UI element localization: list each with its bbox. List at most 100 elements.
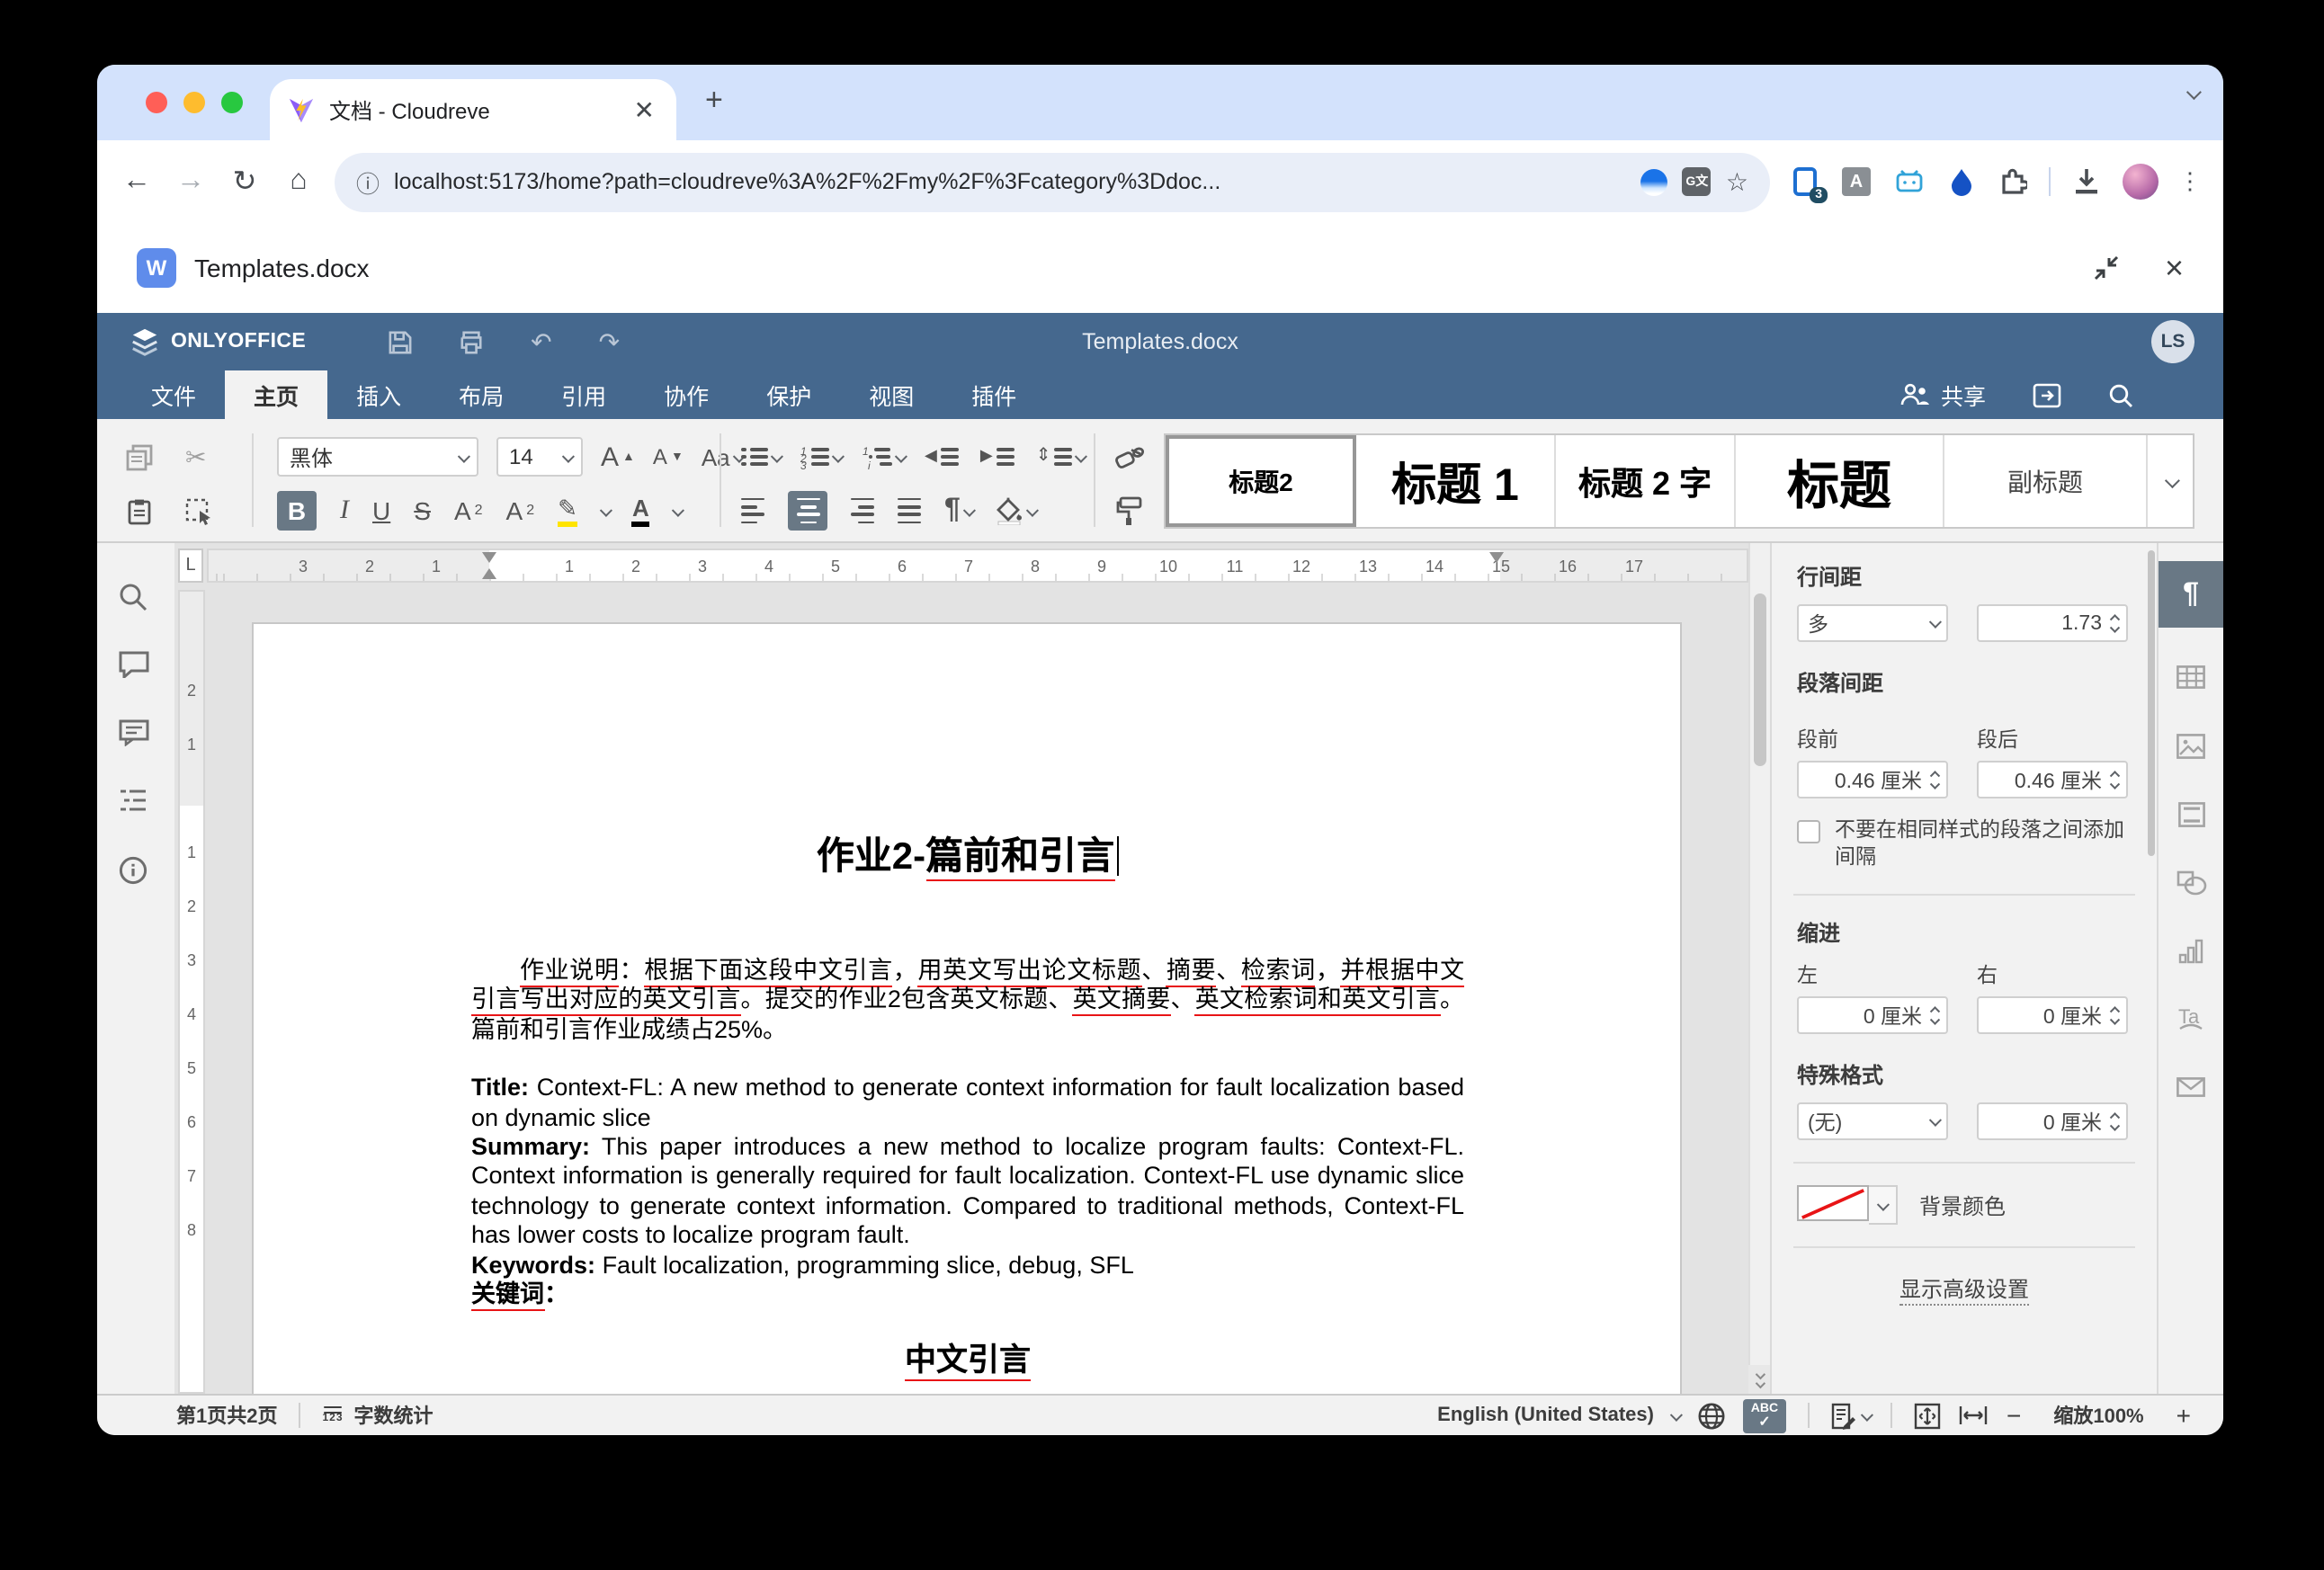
- chart-settings-icon[interactable]: [2159, 917, 2223, 984]
- bilibili-tv-icon[interactable]: [1892, 165, 1925, 198]
- new-tab-button[interactable]: +: [705, 85, 723, 115]
- font-color-button[interactable]: A: [632, 495, 649, 526]
- align-left-icon[interactable]: [741, 497, 764, 523]
- align-right-icon[interactable]: [851, 497, 874, 523]
- user-avatar-badge[interactable]: LS: [2151, 320, 2194, 363]
- font-name-select[interactable]: 黑体: [277, 437, 478, 477]
- same-style-checkbox-row[interactable]: 不要在相同样式的段落之间添加间隔: [1797, 818, 2132, 872]
- open-file-location-icon[interactable]: [2033, 382, 2061, 407]
- image-settings-icon[interactable]: [2159, 712, 2223, 779]
- menu-tab-protection[interactable]: 保护: [737, 370, 840, 419]
- first-line-indent-marker[interactable]: [482, 552, 496, 563]
- header-footer-settings-icon[interactable]: [2159, 781, 2223, 847]
- fit-page-icon[interactable]: [1915, 1402, 1942, 1429]
- menu-tab-references[interactable]: 引用: [532, 370, 635, 419]
- multilevel-list-icon[interactable]: 1i: [863, 448, 903, 467]
- save-icon[interactable]: [389, 330, 412, 353]
- fit-width-icon[interactable]: [1960, 1405, 1989, 1426]
- close-window-button[interactable]: [146, 92, 167, 113]
- back-icon[interactable]: ←: [119, 165, 155, 198]
- bg-color-chevron-icon[interactable]: [1869, 1185, 1898, 1225]
- same-style-checkbox[interactable]: [1797, 820, 1820, 843]
- bullet-list-icon[interactable]: [741, 448, 779, 467]
- home-icon[interactable]: ⌂: [281, 165, 317, 198]
- menu-tab-file[interactable]: 文件: [122, 370, 225, 419]
- justify-icon[interactable]: [898, 497, 921, 523]
- underline-button[interactable]: U: [372, 498, 390, 523]
- style-heading2-char[interactable]: 标题 2 字: [1556, 435, 1736, 527]
- copy-style-icon[interactable]: [1115, 496, 1142, 525]
- special-format-spinner[interactable]: 0 厘米: [1977, 1102, 2128, 1140]
- line-spacing-icon[interactable]: ⇕: [1036, 448, 1085, 467]
- feedback-icon[interactable]: [119, 719, 149, 746]
- extension-card-icon[interactable]: 3: [1788, 165, 1820, 198]
- profile-avatar[interactable]: [2123, 164, 2159, 200]
- translate-icon[interactable]: G文: [1683, 167, 1712, 196]
- navigation-headings-icon[interactable]: [119, 788, 147, 813]
- forward-icon[interactable]: →: [173, 165, 209, 198]
- page-action-extension-icon[interactable]: [1641, 168, 1668, 195]
- document-language-globe-icon[interactable]: [1698, 1402, 1725, 1429]
- vertical-ruler[interactable]: 2112345678: [178, 590, 205, 1394]
- increase-indent-icon[interactable]: ▶: [980, 448, 1015, 467]
- zoom-in-button[interactable]: +: [2177, 1401, 2191, 1430]
- language-chevron-icon[interactable]: [1672, 1408, 1684, 1420]
- menu-tab-layout[interactable]: 布局: [430, 370, 532, 419]
- spacing-after-spinner[interactable]: 0.46 厘米: [1977, 761, 2128, 798]
- browser-tab[interactable]: 文档 - Cloudreve ✕: [270, 79, 676, 140]
- line-spacing-spinner[interactable]: 1.73: [1977, 604, 2128, 642]
- comments-icon[interactable]: [119, 651, 149, 678]
- share-button[interactable]: 共享: [1899, 378, 1986, 412]
- paste-icon[interactable]: [126, 497, 153, 524]
- horizontal-ruler[interactable]: 3211234567891011121314151617: [207, 549, 1748, 583]
- extension-a-icon[interactable]: A: [1842, 167, 1871, 196]
- copy-icon[interactable]: [126, 443, 153, 470]
- menu-tab-plugins[interactable]: 插件: [943, 370, 1045, 419]
- indent-right-spinner[interactable]: 0 厘米: [1977, 996, 2128, 1034]
- url-text[interactable]: localhost:5173/home?path=cloudreve%3A%2F…: [394, 169, 1627, 194]
- shading-bucket-icon[interactable]: [996, 496, 1036, 525]
- zoom-out-button[interactable]: −: [2007, 1401, 2021, 1430]
- bookmark-star-icon[interactable]: ☆: [1726, 166, 1748, 197]
- style-heading1[interactable]: 标题 1: [1356, 435, 1556, 527]
- spellcheck-toggle[interactable]: ABC✓: [1743, 1398, 1786, 1432]
- about-info-icon[interactable]: [119, 856, 147, 885]
- page-navigation-buttons[interactable]: [1748, 1365, 1770, 1394]
- paragraph-settings-icon[interactable]: ¶: [2159, 561, 2223, 628]
- italic-button[interactable]: I: [340, 497, 349, 524]
- extensions-puzzle-icon[interactable]: [1997, 165, 2029, 198]
- font-size-select[interactable]: 14: [496, 437, 583, 477]
- strikethrough-button[interactable]: S: [414, 498, 431, 523]
- decrease-font-icon[interactable]: A▼: [653, 446, 684, 468]
- menu-tab-insert[interactable]: 插入: [327, 370, 430, 419]
- print-icon[interactable]: [459, 330, 484, 353]
- highlight-color-button[interactable]: ✎: [558, 495, 577, 526]
- special-format-select[interactable]: (无): [1797, 1102, 1948, 1140]
- undo-icon[interactable]: ↶: [531, 329, 551, 354]
- menu-tab-view[interactable]: 视图: [840, 370, 943, 419]
- collapse-icon[interactable]: [2093, 254, 2122, 282]
- indent-left-spinner[interactable]: 0 厘米: [1797, 996, 1948, 1034]
- decrease-indent-icon[interactable]: ◀: [925, 448, 959, 467]
- tab-search-chevron-icon[interactable]: [2186, 85, 2202, 100]
- style-subtitle[interactable]: 副标题: [1944, 435, 2148, 527]
- fullscreen-window-button[interactable]: [221, 92, 243, 113]
- zoom-level[interactable]: 缩放100%: [2053, 1401, 2143, 1430]
- mail-merge-settings-icon[interactable]: [2159, 1054, 2223, 1120]
- water-drop-icon[interactable]: [1944, 165, 1977, 198]
- advanced-settings-link[interactable]: 显示高级设置: [1797, 1273, 2132, 1304]
- style-title[interactable]: 标题: [1736, 435, 1944, 527]
- close-modal-icon[interactable]: ×: [2165, 252, 2184, 284]
- find-icon[interactable]: [119, 583, 147, 611]
- shape-settings-icon[interactable]: [2159, 849, 2223, 915]
- reload-icon[interactable]: ↻: [227, 164, 263, 200]
- background-color-picker[interactable]: [1797, 1185, 1898, 1225]
- paragraph-marks-icon[interactable]: ¶: [944, 496, 972, 525]
- language-selector[interactable]: English (United States): [1437, 1405, 1654, 1426]
- menu-tab-collaboration[interactable]: 协作: [635, 370, 737, 419]
- menu-tab-home[interactable]: 主页: [225, 370, 327, 419]
- vertical-scrollbar[interactable]: [1748, 543, 1770, 1394]
- bold-button[interactable]: B: [277, 491, 317, 531]
- right-indent-marker[interactable]: [1489, 552, 1504, 563]
- select-all-icon[interactable]: [185, 497, 214, 524]
